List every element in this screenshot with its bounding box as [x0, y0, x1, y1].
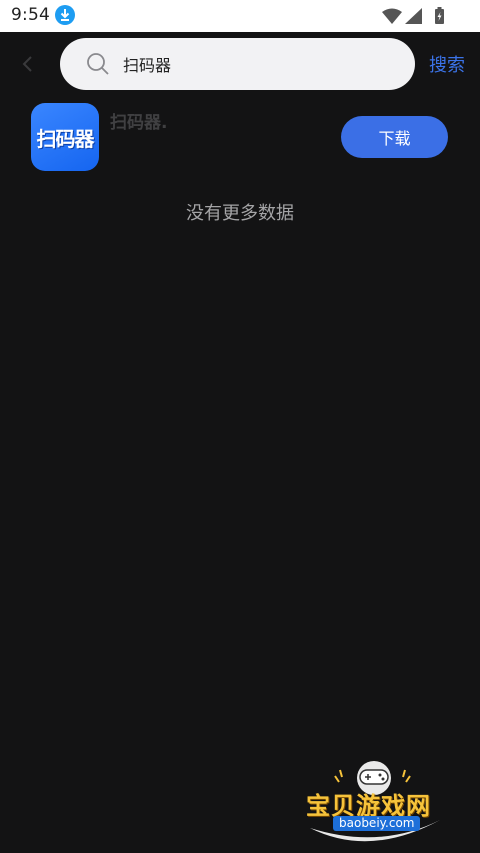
download-button[interactable]: 下载	[341, 116, 448, 158]
status-indicators	[382, 7, 446, 25]
search-button[interactable]: 搜索	[429, 51, 465, 77]
no-more-data-text: 没有更多数据	[186, 203, 294, 224]
battery-icon	[435, 7, 444, 24]
signal-icon	[405, 8, 422, 24]
back-arrow-icon[interactable]	[18, 54, 38, 74]
app-icon-text: 扫码器	[36, 126, 95, 151]
watermark-logo: 宝贝游戏网 baobeiy.com	[300, 758, 450, 848]
wifi-icon	[382, 8, 402, 24]
app-icon[interactable]: 扫码器	[31, 103, 99, 171]
watermark-url: baobeiy.com	[333, 816, 421, 831]
status-bar: 9:54	[0, 0, 480, 32]
download-notification-icon	[55, 5, 75, 25]
search-box[interactable]	[60, 38, 415, 90]
search-input[interactable]	[123, 52, 393, 76]
status-time: 9:54	[11, 5, 50, 25]
app-name[interactable]: 扫码器.	[110, 108, 167, 133]
search-icon	[87, 53, 109, 75]
